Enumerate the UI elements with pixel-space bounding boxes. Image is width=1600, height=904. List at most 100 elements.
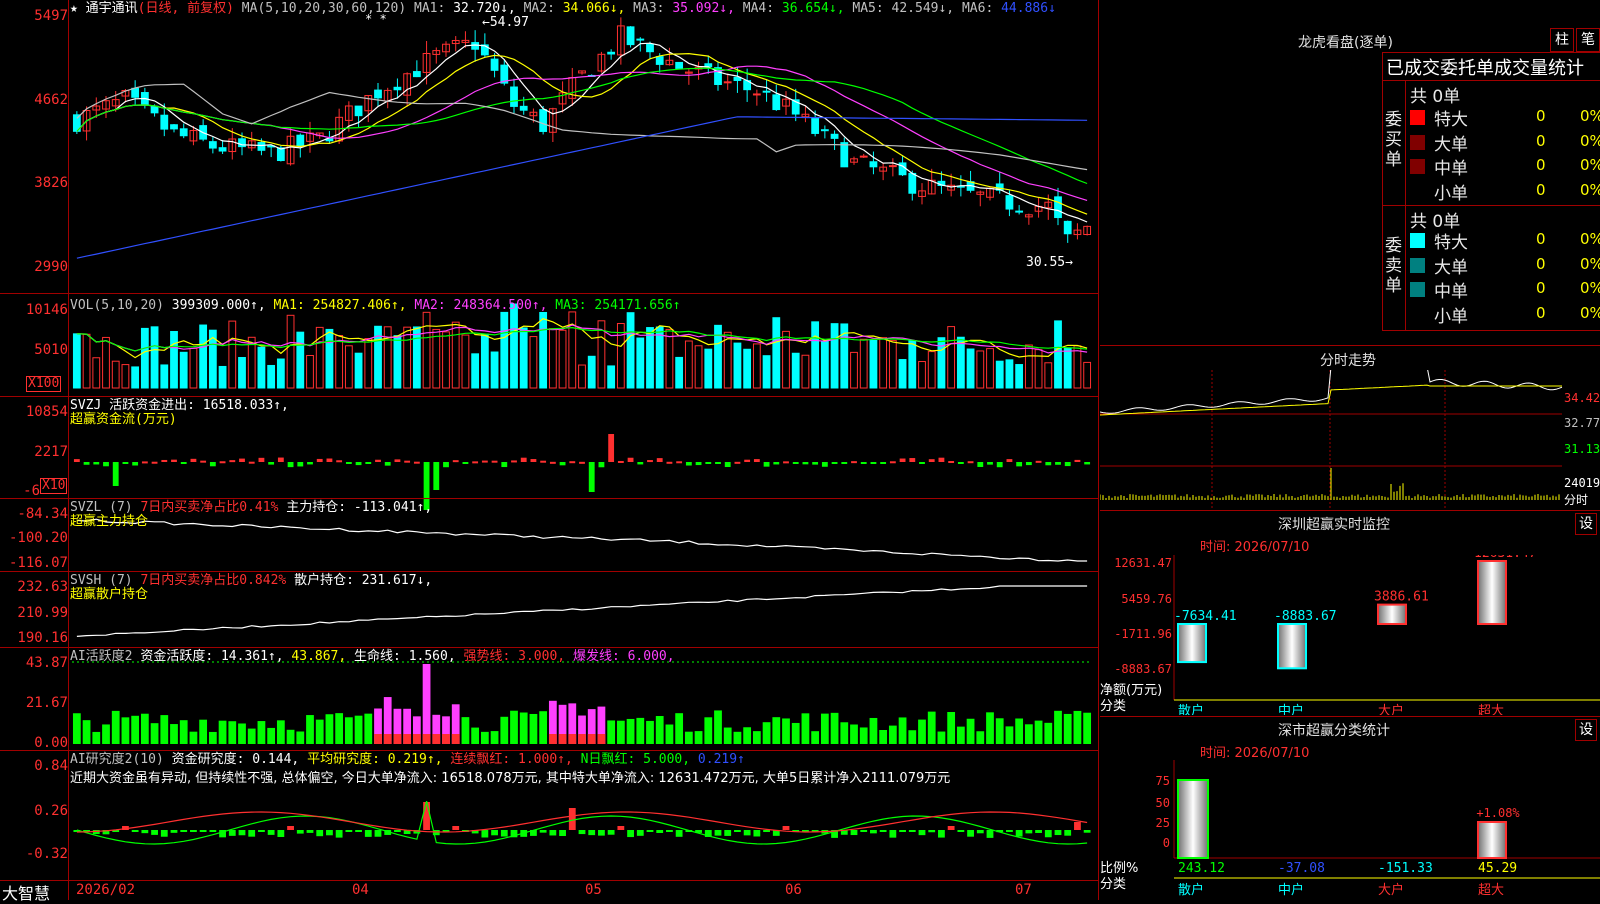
flow-bar [569, 461, 576, 464]
research-bar [656, 830, 664, 833]
volume-bar [170, 331, 178, 389]
flow-bar [229, 460, 236, 463]
candle [354, 105, 363, 117]
volume-bar [160, 364, 169, 389]
research-bar [860, 830, 868, 832]
brand-logo[interactable]: 大智慧 [2, 880, 50, 904]
candle [859, 155, 868, 158]
volume-bar [432, 328, 441, 389]
volume-bar [743, 348, 752, 389]
low-marker: 30.55→ [1026, 255, 1073, 270]
panel-divider [0, 750, 1098, 751]
activity-bar [684, 731, 693, 744]
research-bar [1083, 830, 1091, 833]
flow-bar [171, 459, 177, 462]
candle [626, 26, 635, 46]
candle [539, 109, 548, 132]
flow-bar [200, 460, 207, 463]
buy-row-count: 0 [1536, 107, 1546, 125]
sz-bar-label: -8883.67 [1274, 609, 1337, 624]
flow-bar [967, 461, 974, 464]
research-bar [1074, 822, 1081, 830]
ma-value-1: 32.720↓, [453, 1, 516, 16]
activity-bar [276, 720, 285, 744]
sz-settings-button[interactable]: 设 [1575, 513, 1597, 535]
candle [471, 42, 480, 50]
candle [723, 81, 732, 84]
cl-stat-chart: 75 50 25 0 +1.08% 243.12 -37.08 -151.33 45.29 散户 中… [1156, 760, 1600, 898]
research-bar [238, 830, 246, 836]
activity-bar [1073, 710, 1082, 744]
sell-row: 小单 0 0% [1410, 302, 1600, 327]
volume-bar [286, 314, 295, 389]
flow-bar [530, 459, 537, 462]
cl-pct-label: +1.08% [1476, 806, 1520, 820]
volume-bar [646, 327, 654, 389]
buy-row-pct: 0% [1580, 107, 1600, 125]
color-swatch [1410, 233, 1425, 248]
sell-row-count: 0 [1536, 279, 1546, 297]
candle [752, 93, 761, 96]
volume-bar [888, 340, 897, 389]
volume-bar [539, 312, 548, 389]
cl-bar [1477, 821, 1507, 859]
candle [276, 147, 285, 162]
activity-bar [879, 729, 888, 744]
volume-bar [918, 361, 926, 389]
vol-ma3: MA3: 254171.656↑ [555, 298, 681, 313]
volume-bar [82, 333, 91, 389]
sz-bar-label: 12631.47 [1474, 555, 1537, 561]
candle [869, 161, 878, 168]
intraday-chart[interactable] [1100, 370, 1600, 508]
research-bar [743, 830, 751, 836]
stat-title: 已成交委托单成交量统计 [1386, 58, 1584, 79]
flow-bar [433, 462, 440, 490]
volume-bar [344, 345, 353, 389]
y-tick: 10854 [25, 404, 68, 420]
candle [257, 142, 266, 151]
research-bar [976, 830, 984, 834]
cl-value: -151.33 [1378, 861, 1433, 876]
cl-y-tick: 50 [1156, 796, 1170, 810]
ai2-cont: 连续飘红: 1.000↑, [450, 752, 573, 767]
candle [1015, 210, 1024, 213]
research-bar [889, 830, 897, 838]
flow-bar [919, 462, 925, 464]
activity-bar [859, 727, 868, 744]
stock-title[interactable]: ★ 通宇通讯 [70, 1, 138, 16]
cl-category: 散户 [1178, 882, 1204, 898]
research-bar [326, 830, 333, 836]
flow-bar [821, 462, 828, 467]
flow-bar [365, 462, 372, 464]
volume-bar [947, 326, 956, 389]
activity-bar [490, 731, 499, 744]
ma-label-2: MA2: [515, 1, 563, 16]
research-bar [1064, 830, 1072, 836]
cl-settings-button[interactable]: 设 [1575, 719, 1597, 741]
main-header: ★ 通宇通讯(日线, 前复权) MA(5,10,20,30,60,120) MA… [70, 1, 1056, 16]
ai2-nday: N日飘红: 5.000, [580, 752, 691, 767]
research-bar [627, 830, 634, 838]
volume-bar [140, 327, 149, 389]
flow-bar [637, 462, 644, 465]
volume-bar [859, 338, 868, 389]
candle [150, 105, 159, 114]
flow-bar [384, 462, 391, 466]
ai1-activity: 资金活跃度: 14.361↑, [140, 649, 284, 664]
flow-bar [676, 461, 683, 464]
activity-base [412, 734, 421, 744]
tick-mode-button[interactable]: 笔 [1576, 28, 1600, 52]
svzl-main-hold: 主力持仓: -113.041↑, [286, 500, 433, 515]
volume-bar [364, 337, 373, 389]
activity-bar [529, 713, 538, 744]
activity-bar [665, 724, 674, 744]
research-bar [636, 830, 644, 836]
bar-mode-button[interactable]: 柱 [1550, 28, 1574, 52]
panel-divider [0, 498, 1098, 499]
research-bar [1025, 830, 1033, 834]
flow-bar [1016, 462, 1023, 467]
ai2-last: 0.219↑ [697, 752, 745, 767]
flow-bar [355, 462, 362, 466]
flow-bar [481, 460, 488, 463]
buy-row: 大单 0 0% [1410, 130, 1600, 155]
